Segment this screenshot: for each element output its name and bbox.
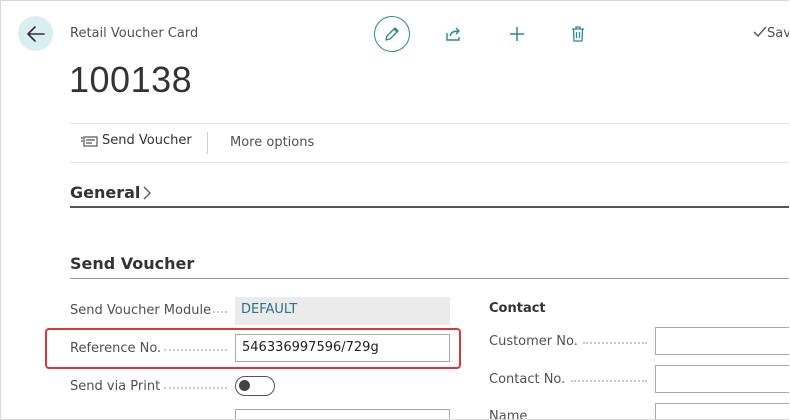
voucher-icon	[81, 135, 98, 147]
name-field[interactable]	[655, 403, 789, 419]
send-voucher-action-label: Send Voucher	[102, 133, 192, 148]
toggle-knob	[239, 380, 250, 391]
send-via-print-toggle[interactable]	[235, 376, 275, 396]
pencil-icon	[385, 27, 399, 41]
customer-no-label: Customer No.	[489, 334, 578, 349]
reference-no-label: Reference No.	[70, 341, 162, 356]
contact-no-label: Contact No.	[489, 372, 566, 387]
general-divider	[70, 206, 789, 208]
trash-icon	[572, 26, 584, 42]
plus-icon	[510, 27, 524, 41]
send-voucher-action[interactable]: Send Voucher	[80, 133, 192, 148]
delete-button[interactable]	[566, 22, 590, 46]
leader-dots	[583, 342, 647, 346]
back-button[interactable]	[18, 16, 53, 51]
next-field[interactable]	[235, 409, 450, 419]
saved-status: Saved	[753, 26, 789, 41]
contact-group-title: Contact	[489, 301, 546, 316]
send-voucher-module-field[interactable]: DEFAULT	[235, 297, 450, 325]
customer-no-field[interactable]	[655, 327, 789, 355]
action-separator	[207, 132, 208, 154]
leader-dots	[213, 311, 227, 315]
contact-no-field[interactable]	[655, 365, 789, 393]
leader-dots	[571, 380, 647, 384]
general-section-title: General	[70, 183, 141, 202]
reference-no-field[interactable]: 546336997596/729g	[235, 334, 450, 362]
back-arrow-icon	[26, 25, 45, 42]
checkmark-icon	[753, 26, 767, 38]
edit-button[interactable]	[374, 16, 410, 52]
general-section-header[interactable]: General	[70, 183, 152, 202]
send-via-print-label: Send via Print	[70, 379, 161, 394]
page-frame: Retail Voucher Card 100138 Saved	[0, 0, 789, 420]
action-bar: Send Voucher More options	[70, 123, 789, 163]
send-voucher-divider	[70, 278, 789, 279]
new-button[interactable]	[505, 22, 529, 46]
record-number: 100138	[69, 59, 193, 100]
share-button[interactable]	[442, 22, 466, 46]
more-options-action[interactable]: More options	[230, 135, 314, 150]
chevron-right-icon	[143, 186, 152, 199]
send-voucher-module-label: Send Voucher Module	[70, 303, 212, 318]
saved-label: Saved	[767, 26, 789, 41]
leader-dots	[164, 387, 227, 391]
send-voucher-section-title[interactable]: Send Voucher	[70, 254, 194, 273]
leader-dots	[164, 349, 227, 353]
name-label: Name	[489, 409, 528, 420]
card-type-title: Retail Voucher Card	[70, 26, 199, 41]
share-icon	[446, 27, 460, 41]
